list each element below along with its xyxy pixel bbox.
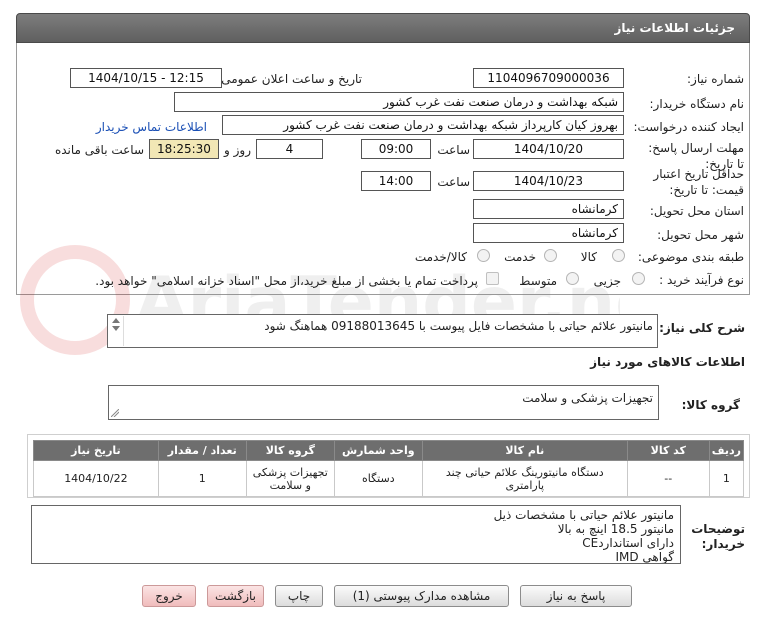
process-option-medium: متوسط (519, 274, 557, 288)
col-code: کد کالا (626, 440, 710, 461)
deadline-time-label: ساعت (437, 143, 470, 157)
city-field: کرمانشاه (473, 223, 624, 243)
category-option-goods: کالا (580, 250, 597, 264)
summary-scrollbar[interactable] (109, 316, 124, 346)
table-header-row: ردیف کد کالا نام کالا واحد شمارش گروه کا… (33, 440, 745, 461)
back-button[interactable]: بازگشت (207, 585, 264, 607)
category-radio-goods[interactable] (612, 249, 625, 262)
cell-code: -- (626, 460, 710, 497)
cell-date: 1404/10/22 (33, 460, 159, 497)
buyer-notes-line: مانیتور علائم حیاتی با مشخصات ذیل (493, 508, 674, 522)
exit-button[interactable]: خروج (142, 585, 196, 607)
contact-info-link[interactable]: اطلاعات تماس خریدار (96, 120, 207, 134)
buyer-notes-line: دارای استانداردCE (582, 536, 674, 550)
col-row: ردیف (708, 440, 745, 461)
days-field: 4 (256, 139, 323, 159)
cell-row: 1 (708, 460, 745, 497)
buyer-notes-line: گواهی IMD (615, 550, 674, 564)
summary-label: شرح کلی نیاز: (659, 321, 745, 335)
goods-group-value: تجهیزات پزشکی و سلامت (522, 391, 653, 405)
validity-label: حداقل تاریخ اعتبار قیمت: تا تاریخ: (653, 167, 744, 197)
items-table: ردیف کد کالا نام کالا واحد شمارش گروه کا… (33, 440, 745, 497)
need-number-label: شماره نیاز: (687, 72, 744, 86)
days-label: روز و (224, 143, 251, 157)
scroll-down-icon (112, 326, 120, 331)
city-label: شهر محل تحویل: (657, 228, 744, 242)
payment-note: پرداخت تمام یا بخشی از مبلغ خرید،از محل … (95, 274, 478, 288)
panel-header: جزئیات اطلاعات نیاز (16, 13, 750, 43)
cell-name: دستگاه مانیتورینگ علائم حیاتی چند پارامت… (421, 460, 628, 497)
print-button[interactable]: چاپ (275, 585, 323, 607)
cell-group: تجهیزات پزشکی و سلامت (245, 460, 335, 497)
reply-button[interactable]: پاسخ به نیاز (520, 585, 632, 607)
process-radio-medium[interactable] (566, 272, 579, 285)
remaining-time-field: 18:25:30 (149, 139, 219, 159)
resize-grip-icon[interactable] (111, 409, 119, 417)
table-row[interactable]: 1 -- دستگاه مانیتورینگ علائم حیاتی چند پ… (33, 460, 745, 497)
announce-field: 1404/10/15 - 12:15 (70, 68, 222, 88)
buyer-notes-textarea[interactable]: مانیتور علائم حیاتی با مشخصات ذیل مانیتو… (31, 505, 681, 564)
process-radio-minor[interactable] (632, 272, 645, 285)
goods-section-title: اطلاعات کالاهای مورد نیاز (590, 355, 745, 369)
buyer-notes-label: توضیحات خریدار: (691, 522, 745, 551)
validity-time-field: 14:00 (361, 171, 431, 191)
col-unit: واحد شمارش (333, 440, 423, 461)
cell-unit: دستگاه (333, 460, 423, 497)
view-documents-button[interactable]: مشاهده مدارک پیوستی (1) (334, 585, 509, 607)
buyer-notes-line: مانیتور 18.5 اینچ به بالا (557, 522, 674, 536)
summary-text: مانیتور علائم حیاتی با مشخصات فایل پیوست… (264, 319, 653, 333)
category-option-goods-service: کالا/خدمت (414, 250, 467, 264)
cell-qty: 1 (157, 460, 247, 497)
announce-label: تاریخ و ساعت اعلان عمومی: (217, 72, 362, 86)
treasury-payment-checkbox[interactable] (486, 272, 499, 285)
col-qty: تعداد / مقدار (157, 440, 247, 461)
province-field: کرمانشاه (473, 199, 624, 219)
process-label: نوع فرآیند خرید : (659, 273, 744, 287)
category-radio-service[interactable] (544, 249, 557, 262)
category-option-service: خدمت (504, 250, 536, 264)
col-group: گروه کالا (245, 440, 335, 461)
deadline-date-field: 1404/10/20 (473, 139, 624, 159)
province-label: استان محل تحویل: (649, 204, 744, 218)
panel-title: جزئیات اطلاعات نیاز (614, 21, 735, 35)
goods-group-label: گروه کالا: (681, 398, 740, 412)
buyer-org-field: شبکه بهداشت و درمان صنعت نفت غرب کشور (174, 92, 624, 112)
validity-time-label: ساعت (437, 175, 470, 189)
need-number-field: 1104096709000036 (473, 68, 624, 88)
category-radio-goods-service[interactable] (477, 249, 490, 262)
scroll-up-icon (112, 318, 120, 323)
buyer-notes-text: مانیتور علائم حیاتی با مشخصات ذیل مانیتو… (493, 508, 674, 564)
remaining-label: ساعت باقی مانده (54, 143, 144, 157)
goods-group-field: تجهیزات پزشکی و سلامت (108, 385, 659, 420)
creator-label: ایجاد کننده درخواست: (633, 120, 744, 134)
col-name: نام کالا (421, 440, 628, 461)
summary-textarea[interactable]: مانیتور علائم حیاتی با مشخصات فایل پیوست… (107, 314, 658, 348)
category-label: طبقه بندی موضوعی: (637, 250, 744, 264)
process-option-minor: جزیی (593, 274, 621, 288)
validity-date-field: 1404/10/23 (473, 171, 624, 191)
creator-field: بهروز کیان کارپرداز شبکه بهداشت و درمان … (222, 115, 624, 135)
buyer-org-label: نام دستگاه خریدار: (649, 97, 745, 111)
deadline-time-field: 09:00 (361, 139, 431, 159)
col-date: تاریخ نیاز (33, 440, 159, 461)
